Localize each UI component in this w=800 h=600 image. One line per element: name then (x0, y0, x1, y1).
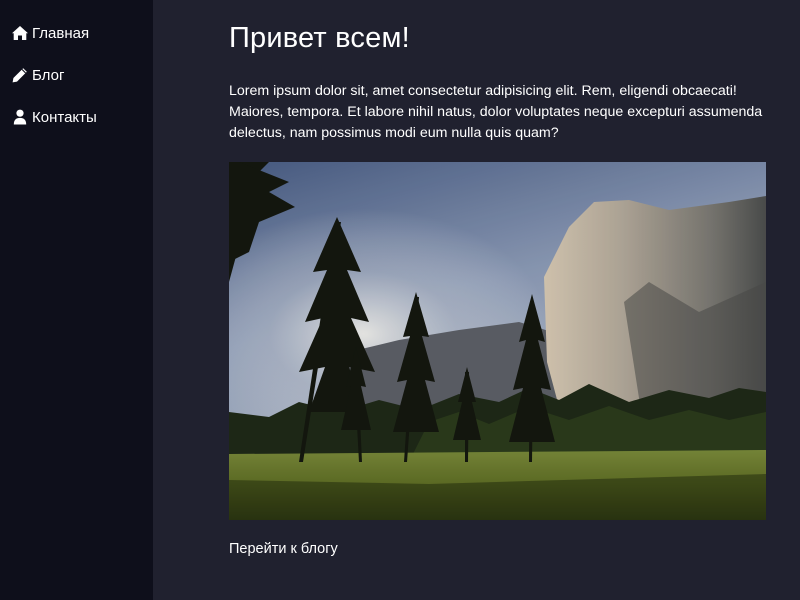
home-icon (11, 25, 29, 41)
go-to-blog-link[interactable]: Перейти к блогу (229, 541, 338, 557)
mountain-valley-photo (229, 162, 766, 520)
intro-paragraph: Lorem ipsum dolor sit, amet consectetur … (229, 83, 763, 141)
main-content: Привет всем! Lorem ipsum dolor sit, amet… (153, 0, 800, 600)
sidebar-item-home[interactable]: Главная (0, 23, 153, 43)
user-icon (11, 109, 29, 125)
pencil-icon (11, 67, 29, 83)
sidebar-item-blog[interactable]: Блог (0, 65, 153, 85)
sidebar-item-label: Главная (32, 24, 90, 42)
page-title: Привет всем! (229, 22, 410, 54)
sidebar-item-contacts[interactable]: Контакты (0, 107, 153, 127)
sidebar-item-label: Контакты (32, 108, 97, 126)
sidebar-item-label: Блог (32, 66, 65, 84)
sidebar: Главная Блог Контакты (0, 0, 153, 600)
